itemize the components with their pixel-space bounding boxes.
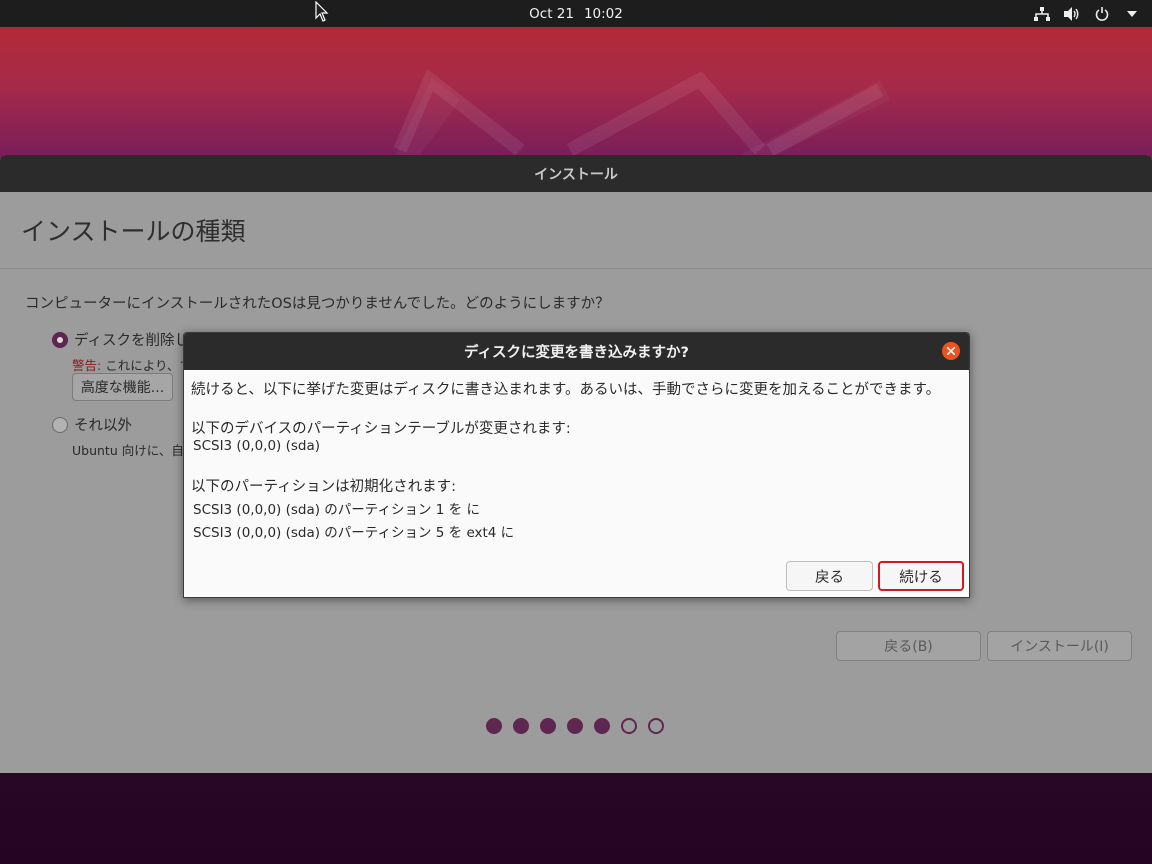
warning-text: これにより、す bbox=[105, 358, 192, 373]
window-title: インストール bbox=[0, 155, 1152, 192]
dialog-title-text: ディスクに変更を書き込みますか? bbox=[464, 345, 689, 361]
radio-erase-disk[interactable] bbox=[52, 331, 68, 348]
mouse-cursor-icon bbox=[315, 1, 329, 22]
radio-something-else[interactable] bbox=[52, 416, 68, 433]
warning-prefix: 警告: bbox=[72, 358, 102, 373]
install-button[interactable]: インストール(I) bbox=[987, 631, 1132, 661]
dialog-back-button[interactable]: 戻る bbox=[786, 561, 873, 591]
clock-time: 10:02 bbox=[583, 5, 623, 22]
write-changes-dialog: ディスクに変更を書き込みますか? 続けると、以下に挙げた変更はディスクに書き込ま… bbox=[183, 332, 970, 598]
top-bar: Oct 21 10:02 bbox=[0, 0, 1152, 27]
option-erase-disk[interactable]: ディスクを削除し bbox=[52, 329, 189, 350]
something-else-description: Ubuntu 向けに、自分 bbox=[72, 443, 197, 458]
install-type-question: コンピューターにインストールされたOSは見つかりませんでした。どのようにしますか… bbox=[25, 296, 610, 312]
system-tray[interactable] bbox=[1034, 0, 1140, 27]
clock[interactable]: Oct 21 10:02 bbox=[529, 6, 623, 22]
advanced-features-button[interactable]: 高度な機能... bbox=[72, 373, 173, 401]
page-header: インストールの種類 bbox=[0, 192, 1152, 269]
option-erase-disk-label: ディスクを削除し bbox=[74, 333, 189, 349]
progress-dot bbox=[648, 718, 664, 734]
erase-warning: 警告: これにより、す bbox=[72, 355, 192, 374]
progress-dot bbox=[567, 718, 583, 734]
caret-down-icon[interactable] bbox=[1124, 6, 1140, 22]
partition-table-heading: 以下のデバイスのパーティションテーブルが変更されます: bbox=[191, 421, 571, 437]
progress-dot bbox=[486, 718, 502, 734]
progress-dots bbox=[486, 718, 664, 734]
format-item: SCSI3 (0,0,0) (sda) のパーティション 1 を に bbox=[193, 502, 480, 518]
progress-dot bbox=[594, 718, 610, 734]
page-title: インストールの種類 bbox=[21, 217, 246, 246]
option-something-else[interactable]: それ以外 bbox=[52, 414, 132, 435]
progress-dot bbox=[540, 718, 556, 734]
power-icon[interactable] bbox=[1094, 6, 1110, 22]
volume-icon[interactable] bbox=[1064, 6, 1080, 22]
progress-dot bbox=[513, 718, 529, 734]
dialog-title: ディスクに変更を書き込みますか? bbox=[184, 333, 969, 370]
network-icon[interactable] bbox=[1034, 6, 1050, 22]
dialog-intro: 続けると、以下に挙げた変更はディスクに書き込まれます。あるいは、手動でさらに変更… bbox=[191, 382, 941, 398]
option-something-else-label: それ以外 bbox=[74, 418, 132, 434]
format-heading: 以下のパーティションは初期化されます: bbox=[191, 479, 457, 495]
clock-date: Oct 21 bbox=[529, 5, 574, 22]
format-item: SCSI3 (0,0,0) (sda) のパーティション 5 を ext4 に bbox=[193, 525, 515, 541]
back-button[interactable]: 戻る(B) bbox=[836, 631, 981, 661]
dialog-continue-button[interactable]: 続ける bbox=[878, 561, 964, 591]
close-icon[interactable] bbox=[942, 342, 960, 360]
progress-dot bbox=[621, 718, 637, 734]
partition-table-device: SCSI3 (0,0,0) (sda) bbox=[193, 438, 321, 454]
